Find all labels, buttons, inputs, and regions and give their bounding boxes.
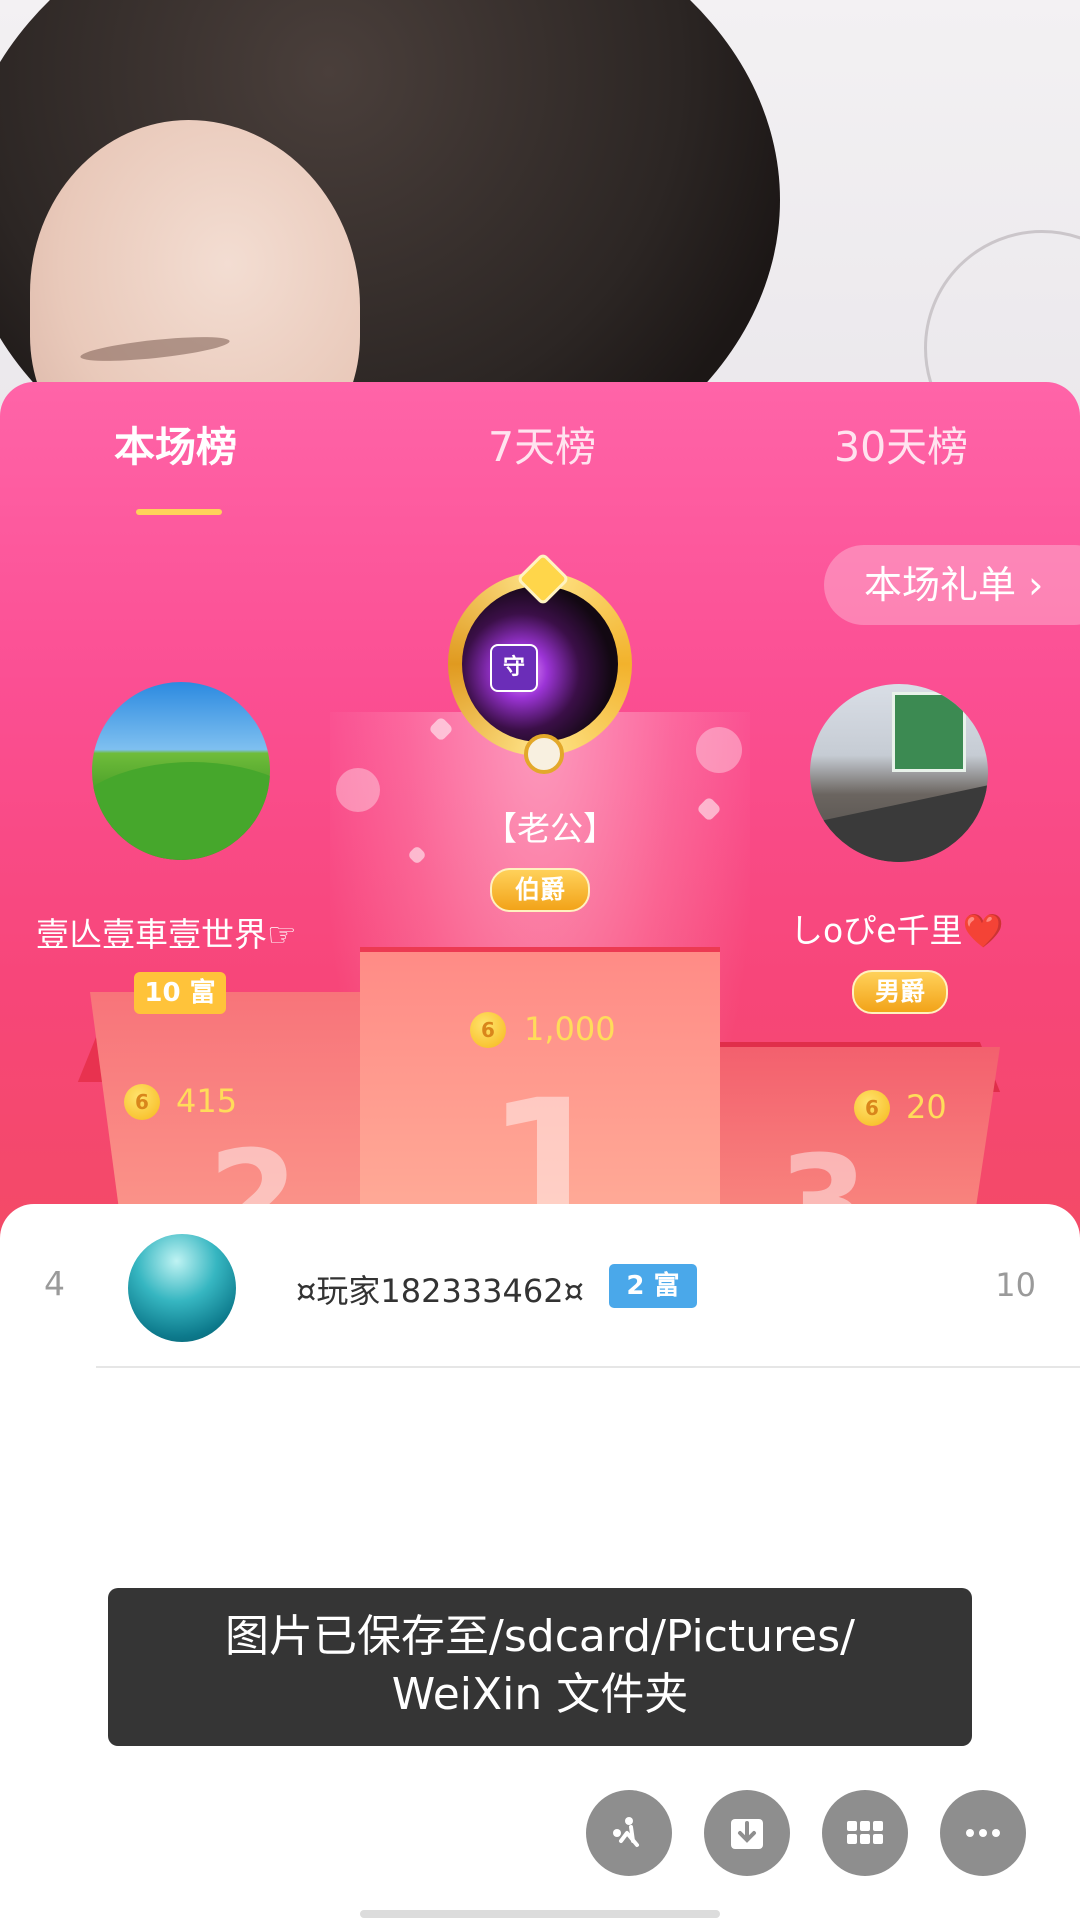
grid-button[interactable] xyxy=(822,1790,908,1876)
tab-30-days[interactable]: 30天榜 xyxy=(834,412,968,482)
share-button[interactable] xyxy=(586,1790,672,1876)
list-item-level-badge: 2 富 xyxy=(609,1264,697,1308)
save-toast: 图片已保存至/sdcard/Pictures/ WeiXin 文件夹 xyxy=(108,1588,972,1746)
first-place-score: 1,000 xyxy=(524,1010,616,1048)
save-button[interactable] xyxy=(704,1790,790,1876)
gift-list-button[interactable]: 本场礼单 › xyxy=(824,545,1080,625)
ranking-list: 4 ¤玩家182333462¤ 2 富 10 xyxy=(0,1204,1080,1920)
first-place-name[interactable]: 【老公】 xyxy=(484,802,616,850)
tab-current-session[interactable]: 本场榜 xyxy=(114,412,237,482)
guard-icon: 守 xyxy=(490,644,538,692)
list-item-name[interactable]: ¤玩家182333462¤ xyxy=(296,1266,584,1312)
second-place-level-badge: 10 富 xyxy=(134,972,226,1014)
share-icon xyxy=(613,1817,639,1847)
background-photo xyxy=(0,0,1080,420)
active-tab-indicator xyxy=(136,509,222,515)
download-icon xyxy=(731,1819,763,1849)
avatar-hill xyxy=(92,762,270,860)
grid-icon xyxy=(847,1821,883,1844)
coin-icon: 6 xyxy=(470,1012,506,1048)
second-place-avatar[interactable] xyxy=(92,682,270,860)
frame-pearl-icon xyxy=(524,734,564,774)
avatar-road xyxy=(810,782,988,862)
bubble xyxy=(336,768,380,812)
toast-line-1: 图片已保存至/sdcard/Pictures/ xyxy=(225,1611,855,1662)
ranking-panel: 本场榜 7天榜 30天榜 本场礼单 › 2 1 3 守 【老公】 伯爵 6 1,… xyxy=(0,382,1080,1242)
list-item-rank: 4 xyxy=(44,1264,65,1303)
list-item[interactable]: 4 ¤玩家182333462¤ 2 富 10 xyxy=(0,1204,1080,1368)
coin-icon: 6 xyxy=(854,1090,890,1126)
third-place-title-badge: 男爵 xyxy=(852,970,948,1014)
divider xyxy=(96,1366,1080,1368)
more-icon xyxy=(966,1829,1000,1837)
second-place-name[interactable]: 壹亾壹車壹世界☞ xyxy=(36,908,297,956)
tab-7-days[interactable]: 7天榜 xyxy=(488,412,596,482)
first-place-title-badge: 伯爵 xyxy=(490,868,590,912)
list-item-score: 10 xyxy=(995,1266,1036,1304)
home-indicator[interactable] xyxy=(360,1910,720,1918)
list-item-avatar[interactable] xyxy=(128,1234,236,1342)
avatar-sign xyxy=(892,692,966,772)
third-place-name[interactable]: しoぴe千里❤️ xyxy=(790,904,1004,952)
more-button[interactable] xyxy=(940,1790,1026,1876)
third-place-avatar[interactable] xyxy=(810,684,988,862)
third-place-score: 20 xyxy=(906,1088,947,1126)
coin-icon: 6 xyxy=(124,1084,160,1120)
first-place-avatar[interactable] xyxy=(462,586,618,742)
toast-line-2: WeiXin 文件夹 xyxy=(391,1669,689,1720)
bubble xyxy=(696,727,742,773)
ranking-tabs: 本场榜 7天榜 30天榜 xyxy=(0,412,1080,515)
second-place-score: 415 xyxy=(176,1082,238,1120)
